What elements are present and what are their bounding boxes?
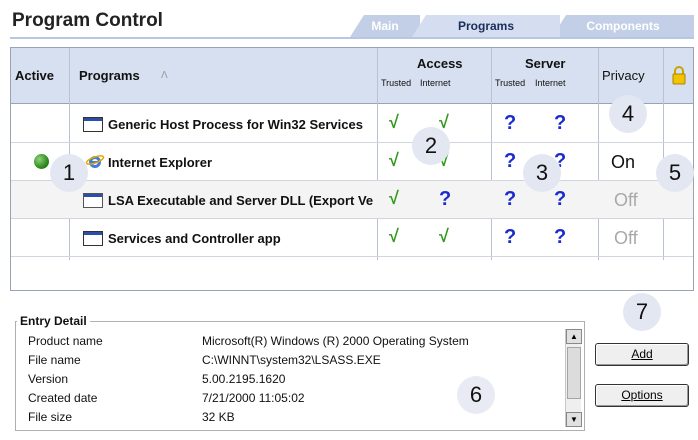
detail-value: 7/21/2000 11:05:02 [202, 391, 305, 405]
sort-ascending-icon: Ʌ [161, 70, 168, 81]
table-row[interactable]: LSA Executable and Server DLL (Export Ve… [11, 181, 693, 219]
callout-2: 2 [412, 127, 450, 165]
scroll-up-icon[interactable]: ▲ [566, 329, 582, 344]
detail-scrollbar[interactable]: ▲ ▼ [565, 329, 582, 427]
options-button-label: Options [621, 388, 663, 402]
tab-components-label: Components [586, 19, 660, 33]
program-name: Internet Explorer [108, 155, 213, 170]
callout-5: 5 [656, 154, 694, 192]
programs-table: Active Programs Ʌ Access Trusted Interne… [10, 47, 694, 291]
table-header: Active Programs Ʌ Access Trusted Interne… [11, 48, 693, 104]
program-control-panel: Program Control Main Components Programs… [0, 0, 698, 440]
column-programs[interactable]: Programs [79, 68, 140, 83]
table-row[interactable]: Internet Explorer √ √ ? ? On [11, 143, 693, 181]
server-internet-label: Internet [535, 78, 566, 88]
callout-6: 6 [457, 376, 495, 414]
server-trusted-value[interactable]: ? [504, 188, 516, 211]
program-window-icon [83, 193, 103, 208]
tab-main-label: Main [371, 19, 399, 33]
active-status-dot[interactable] [34, 154, 49, 169]
server-trusted-label: Trusted [495, 78, 526, 88]
column-server: Server [525, 56, 566, 71]
tab-programs-label: Programs [457, 19, 515, 33]
table-row[interactable]: Services and Controller app √ √ ? ? Off [11, 219, 693, 257]
access-internet-label: Internet [420, 78, 451, 88]
server-trusted-value[interactable]: ? [504, 150, 516, 173]
add-button[interactable]: Add [595, 343, 689, 366]
privacy-value[interactable]: On [611, 152, 635, 173]
entry-detail-legend: Entry Detail [17, 314, 90, 328]
column-privacy: Privacy [602, 68, 645, 83]
callout-4: 4 [609, 95, 647, 133]
column-active[interactable]: Active [15, 68, 54, 83]
server-internet-value[interactable]: ? [554, 112, 566, 135]
program-window-icon [83, 117, 103, 132]
scroll-thumb[interactable] [567, 347, 581, 399]
program-window-icon [83, 231, 103, 246]
server-trusted-value[interactable]: ? [504, 112, 516, 135]
access-internet-value[interactable]: ? [439, 188, 451, 211]
access-trusted-value[interactable]: √ [389, 226, 399, 247]
detail-label: File name [28, 353, 81, 367]
program-name: Services and Controller app [108, 231, 281, 246]
entry-detail-panel: Product name Microsoft(R) Windows (R) 20… [15, 321, 585, 431]
detail-value: C:\WINNT\system32\LSASS.EXE [202, 353, 381, 367]
access-internet-value[interactable]: √ [439, 226, 449, 247]
access-trusted-value[interactable]: √ [389, 112, 399, 133]
server-trusted-value[interactable]: ? [504, 226, 516, 249]
privacy-value[interactable]: Off [614, 228, 638, 249]
header-divider [10, 37, 694, 39]
column-access: Access [417, 56, 463, 71]
detail-label: Version [28, 372, 69, 386]
access-trusted-value[interactable]: √ [389, 188, 399, 209]
program-name: Generic Host Process for Win32 Services [108, 117, 363, 132]
scroll-down-icon[interactable]: ▼ [566, 412, 582, 427]
callout-3: 3 [523, 154, 561, 192]
detail-value: 5.00.2195.1620 [202, 372, 286, 386]
server-internet-value[interactable]: ? [554, 226, 566, 249]
detail-label: File size [28, 410, 73, 424]
detail-label: Product name [28, 334, 103, 348]
access-trusted-label: Trusted [381, 78, 412, 88]
callout-1: 1 [50, 154, 88, 192]
add-button-label: Add [631, 347, 653, 361]
tab-components[interactable]: Components [552, 15, 694, 37]
detail-label: Created date [28, 391, 98, 405]
internet-explorer-icon [85, 152, 105, 173]
table-row[interactable]: Generic Host Process for Win32 Services … [11, 105, 693, 143]
detail-value: Microsoft(R) Windows (R) 2000 Operating … [202, 334, 469, 348]
options-button[interactable]: Options [595, 384, 689, 407]
detail-value: 32 KB [202, 410, 235, 424]
lock-icon [671, 65, 687, 88]
tab-main[interactable]: Main [350, 15, 420, 37]
privacy-value[interactable]: Off [614, 190, 638, 211]
server-internet-value[interactable]: ? [554, 188, 566, 211]
program-name: LSA Executable and Server DLL (Export Ve… [108, 193, 374, 208]
access-trusted-value[interactable]: √ [389, 150, 399, 171]
callout-7: 7 [623, 293, 661, 331]
page-title: Program Control [12, 10, 163, 31]
tab-programs[interactable]: Programs [412, 15, 560, 37]
